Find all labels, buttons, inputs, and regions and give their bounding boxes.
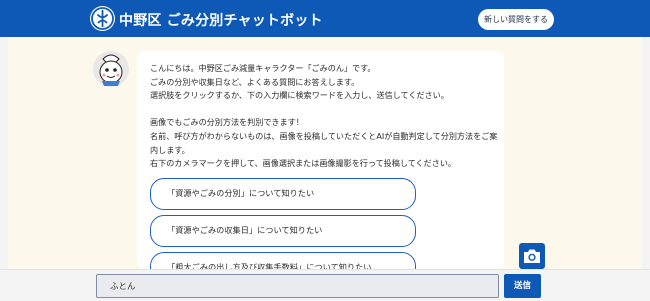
- message-line: こんにちは。中野区ごみ減量キャラクター「ごみのん」です。: [150, 63, 376, 73]
- message-line: 画像でもごみの分別方法を判別できます！: [150, 117, 304, 128]
- nakano-ward-emblem-icon: [90, 6, 115, 31]
- page-title: 中野区 ごみ分別チャットボット: [119, 13, 323, 29]
- message-line: 内します。: [150, 144, 190, 155]
- option-sorting-button[interactable]: 「資源やごみの分別」について知りたい: [150, 178, 416, 210]
- app-header: 中野区 ごみ分別チャットボット 新しい質問をする: [0, 0, 650, 37]
- right-gutter: [642, 37, 650, 269]
- send-button[interactable]: 送信: [504, 274, 541, 298]
- message-line: 名前、呼び方がわからないものは、画像を投稿していただくとAIが自動判定して分別方…: [150, 130, 498, 141]
- search-input[interactable]: [96, 274, 499, 298]
- camera-button[interactable]: [519, 243, 545, 269]
- option-collection-day-button[interactable]: 「資源やごみの収集日」について知りたい: [150, 215, 416, 247]
- gomi-non-mascot-avatar: [92, 50, 130, 88]
- new-question-button[interactable]: 新しい質問をする: [478, 9, 554, 30]
- message-line: [150, 103, 500, 117]
- message-line: ごみの分別や収集日など、よくある質問にお答えします。: [150, 76, 360, 87]
- bot-message-text: こんにちは。中野区ごみ減量キャラクター「ごみのん」です。 ごみの分別や収集日など…: [150, 62, 500, 171]
- message-line: 選択肢をクリックするか、下の入力欄に検索ワードを入力し、送信してください。: [150, 90, 449, 101]
- left-gutter: [0, 37, 8, 269]
- message-line: 右下のカメラマークを押して、画像選択または画像撮影を行って投稿してください。: [150, 158, 457, 169]
